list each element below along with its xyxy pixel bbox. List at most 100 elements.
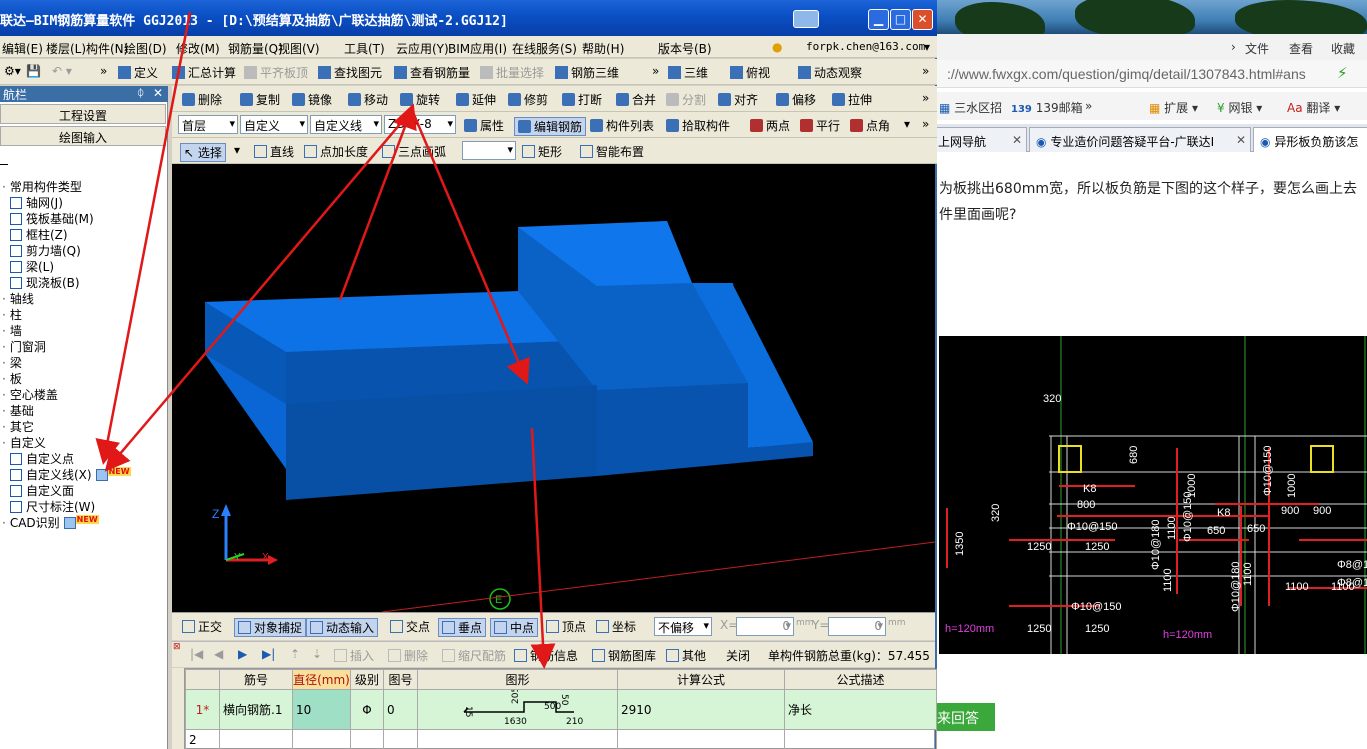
toolbar-button[interactable]: 点加长度 [304, 143, 368, 160]
toolbar-button[interactable]: 动态观察 [798, 64, 862, 81]
snap-toggle[interactable]: 中点 [490, 618, 539, 637]
tree-item[interactable]: · 空心楼盖 [2, 386, 58, 403]
address-bar[interactable]: ://www.fwxgx.com/question/gimq/detail/13… [935, 60, 1367, 88]
toolbar-button[interactable]: 定义 [118, 64, 158, 81]
tree-item[interactable]: 梁(L) [10, 258, 54, 275]
toolbar-button[interactable]: 修剪 [508, 91, 548, 108]
chevron-down-icon[interactable]: ▾ [234, 143, 240, 157]
cell-fig[interactable]: 0 [383, 689, 418, 730]
table-row[interactable]: 1* 横向钢筋.1 10 Φ 0 205 1630 210 500 50 15 … [185, 689, 937, 730]
tree-item[interactable]: · 自定义 [2, 434, 46, 451]
address-url[interactable]: ://www.fwxgx.com/question/gimq/detail/13… [947, 66, 1306, 82]
tree-item[interactable]: 尺寸标注(W) [10, 498, 95, 515]
floor-select[interactable]: 首层 [178, 115, 238, 134]
toolbar-button[interactable]: 查看钢筋量 [394, 64, 470, 81]
account-email[interactable]: forpk.chen@163.com [806, 40, 925, 53]
offset-mode-select[interactable]: 不偏移 [654, 617, 712, 636]
last-icon[interactable]: ▶| [262, 647, 275, 661]
close-button[interactable]: ✕ [912, 9, 933, 30]
ime-icon[interactable] [793, 10, 819, 28]
toolbar-button[interactable]: 汇总计算 [172, 64, 236, 81]
cell-name[interactable]: 横向钢筋.1 [219, 689, 293, 730]
tree-item[interactable]: · 柱 [2, 306, 22, 323]
toolbar-button[interactable]: 点角 [850, 117, 890, 134]
menu-item[interactable]: 编辑(E) [2, 40, 43, 57]
bookmark-sanshui[interactable]: ▦ 三水区招 [939, 99, 1002, 116]
toolbar-button[interactable]: 对齐 [718, 91, 758, 108]
col-header-diameter[interactable]: 直径(mm) [292, 669, 351, 690]
x-coord-input[interactable]: 0 [736, 617, 794, 636]
chevron-down-icon[interactable]: ▾ [904, 117, 910, 131]
tree-item[interactable]: · 门窗洞 [2, 338, 46, 355]
close-icon[interactable]: ✕ [1012, 133, 1022, 147]
toolbar-button[interactable]: 三点画弧 [382, 143, 446, 160]
col-header-fig[interactable]: 图号 [383, 669, 418, 690]
tree-item[interactable]: 轴网(J) [10, 194, 63, 211]
double-chevron-icon[interactable]: » [652, 64, 659, 78]
bookmark-139mail[interactable]: 139 139邮箱 [1011, 99, 1083, 116]
tree-item[interactable]: · 梁 [2, 354, 22, 371]
menu-favorites[interactable]: 收藏 [1331, 40, 1355, 57]
toolbar-button[interactable]: 合并 [616, 91, 656, 108]
toolbar-button[interactable]: 构件列表 [590, 117, 654, 134]
hardhat-icon[interactable]: ● [772, 40, 782, 54]
first-icon[interactable]: |◀ [190, 647, 203, 661]
col-header-shape[interactable]: 图形 [417, 669, 618, 690]
toolbar-button[interactable]: 编辑钢筋 [514, 117, 587, 136]
toolbar-button[interactable]: 删除 [182, 91, 222, 108]
rebar-toolbar-button[interactable]: 关闭 [726, 647, 750, 664]
toolbar-button[interactable]: 偏移 [776, 91, 816, 108]
tree-item[interactable]: · 墙 [2, 322, 22, 339]
close-icon[interactable]: ✕ [1236, 133, 1246, 147]
tab-navigation[interactable]: 上网导航 ✕ [935, 127, 1027, 152]
menu-view[interactable]: 查看 [1289, 40, 1313, 57]
menu-item[interactable]: BIM应用(I) [448, 40, 507, 57]
toolbar-button[interactable]: 属性 [464, 117, 504, 134]
cell-grade[interactable] [350, 729, 384, 749]
cell-shape[interactable] [417, 729, 618, 749]
3d-viewport[interactable]: Z Y X E [172, 164, 935, 612]
snap-toggle[interactable]: 交点 [390, 618, 430, 635]
toolbar-button[interactable]: 三维 [668, 64, 708, 81]
toolbar-button[interactable]: 两点 [750, 117, 790, 134]
tree-item[interactable]: 自定义面 [10, 482, 74, 499]
menu-item[interactable]: 视图(V) [278, 40, 320, 57]
arc-mode-select[interactable] [462, 141, 516, 160]
snap-toggle[interactable]: 动态输入 [306, 618, 379, 637]
minimize-button[interactable]: ▁ [868, 9, 889, 30]
cell-desc[interactable] [784, 729, 937, 749]
tree-item[interactable]: · 轴线 [2, 290, 34, 307]
reply-button[interactable]: 来回答 [935, 703, 995, 731]
toolbar-button[interactable]: 镜像 [292, 91, 332, 108]
snap-toggle[interactable]: 垂点 [438, 618, 487, 637]
toolbar-button[interactable]: 平齐板顶 [244, 64, 308, 81]
tree-item[interactable]: · CAD识别 NEW [2, 514, 99, 531]
menu-item[interactable]: 云应用(Y) [396, 40, 449, 57]
rebar-toolbar-button[interactable]: 其他 [666, 647, 706, 664]
type-select[interactable]: 自定义 [240, 115, 308, 134]
menu-file[interactable]: 文件 [1245, 40, 1269, 57]
toolbar-button[interactable]: 批量选择 [480, 64, 544, 81]
menu-item[interactable]: 帮助(H) [582, 40, 624, 57]
toolbar-button[interactable]: 延伸 [456, 91, 496, 108]
y-coord-input[interactable]: 0 [828, 617, 886, 636]
menu-item[interactable]: 版本号(B) [658, 40, 712, 57]
close-icon[interactable]: ✕ [153, 86, 163, 100]
menu-item[interactable]: 工具(T) [344, 40, 385, 57]
toolbar-button[interactable]: 俯视 [730, 64, 770, 81]
double-chevron-icon[interactable]: » [922, 64, 929, 78]
bookmark-extensions[interactable]: ▦ 扩展 ▾ [1149, 99, 1198, 116]
menu-item[interactable]: 钢筋量(Q) [228, 40, 283, 57]
rebar-grid[interactable]: 筋号 直径(mm) 级别 图号 图形 计算公式 公式描述 1* 横向钢筋.1 1… [184, 668, 937, 749]
gear-icon[interactable]: ⚙▾ [4, 64, 21, 78]
tree-item[interactable]: 剪力墙(Q) [10, 242, 81, 259]
snap-toggle[interactable]: 对象捕捉 [234, 618, 307, 637]
undo-icon[interactable]: ↶ ▾ [52, 64, 72, 78]
toolbar-button[interactable]: 复制 [240, 91, 280, 108]
tree-item[interactable]: 自定义线(X) NEW [10, 466, 131, 483]
tree-item[interactable]: 框柱(Z) [10, 226, 68, 243]
maximize-button[interactable]: □ [890, 9, 911, 30]
bookmark-bank[interactable]: ¥ 网银 ▾ [1217, 99, 1262, 116]
cell-formula[interactable]: 2910 [617, 689, 785, 730]
cell-fig[interactable] [383, 729, 418, 749]
